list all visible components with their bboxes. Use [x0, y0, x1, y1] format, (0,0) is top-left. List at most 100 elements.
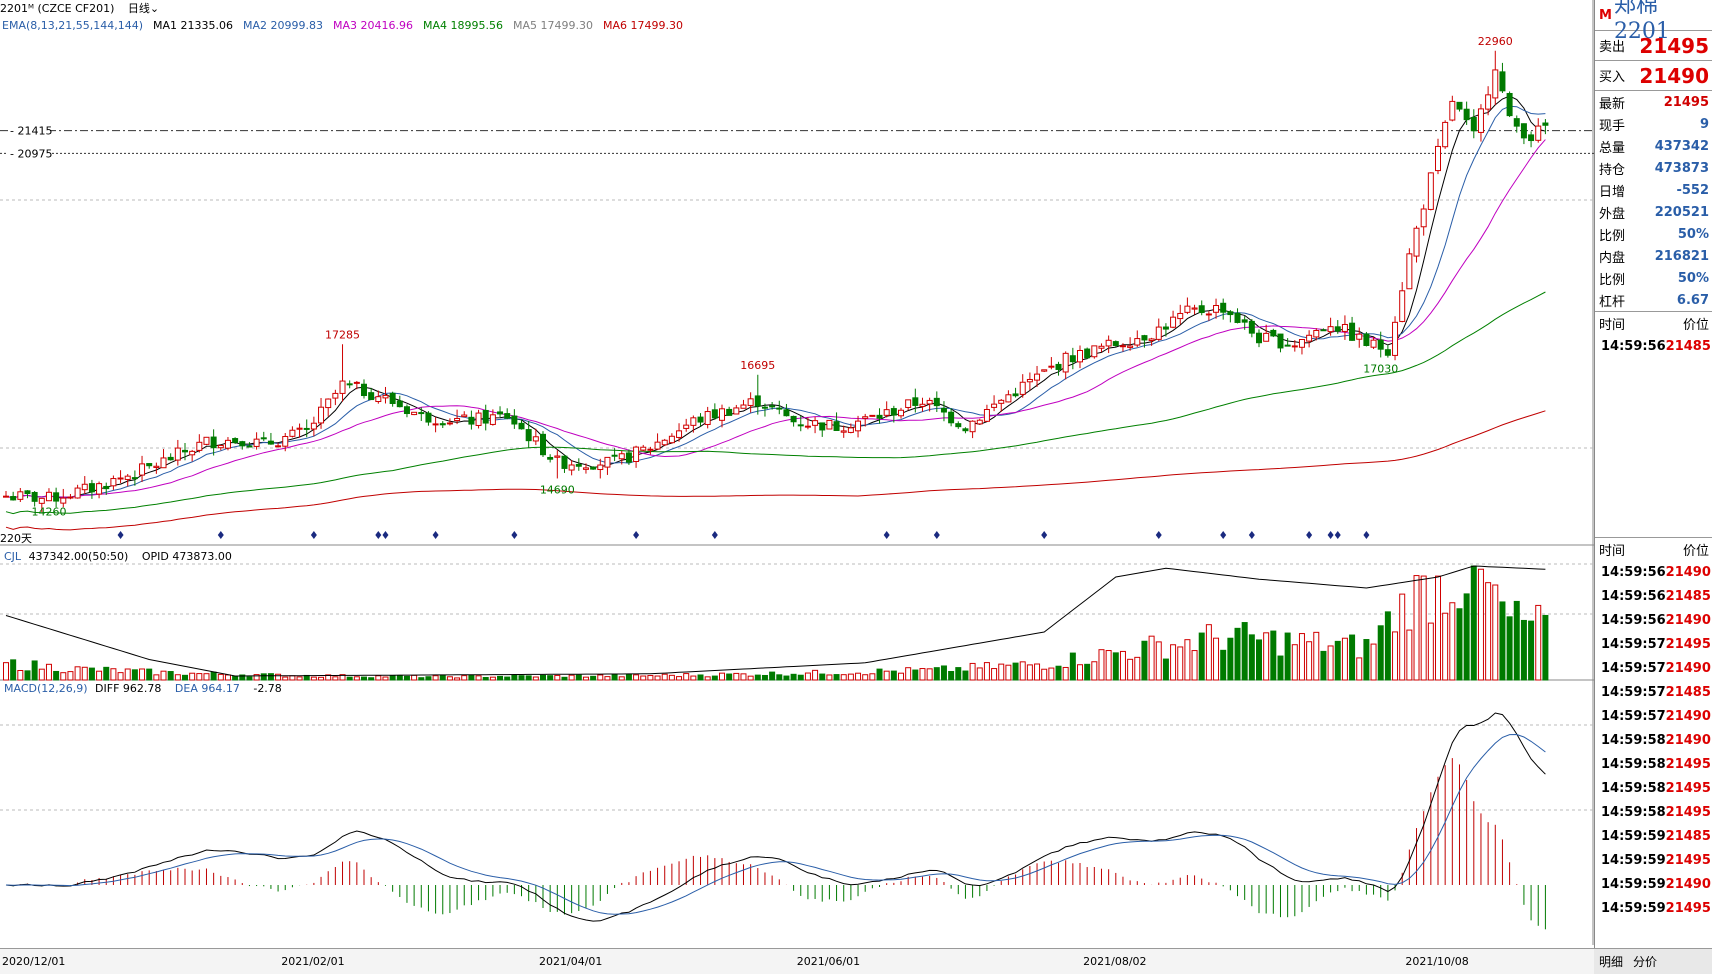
tick-price: 21485 [1665, 338, 1711, 354]
quote-label: 杠杆 [1599, 294, 1626, 310]
tick-row: 14:59:57 21490 [1595, 656, 1712, 680]
candle-body [196, 441, 203, 451]
volume-bar [310, 676, 317, 681]
volume-bar [955, 667, 962, 681]
candle-body [1270, 329, 1277, 337]
candle-body [711, 409, 718, 419]
ma-legend-item-0[interactable]: EMA(8,13,21,55,144,144) [2, 19, 143, 32]
tick-price: 21485 [1665, 684, 1711, 700]
volume-bar [31, 660, 38, 681]
candle-body [139, 463, 146, 476]
candle-body [1213, 305, 1220, 313]
volume-bar [160, 670, 167, 681]
candle-body [167, 456, 174, 461]
ticks-header: 时间 价位 [1595, 537, 1712, 560]
candle-body [926, 399, 933, 405]
macd-indicator-name[interactable]: MACD(12,26,9) [4, 682, 88, 695]
volume-bar [246, 676, 253, 681]
candle-body [1048, 365, 1055, 368]
candle-body [690, 417, 697, 426]
ma-legend: EMA(8,13,21,55,144,144) MA1 21335.06 MA2 2… [2, 19, 693, 33]
volume-bar [926, 668, 933, 681]
candle-body [976, 419, 983, 425]
candle-body [182, 449, 188, 453]
candle-body [310, 422, 317, 430]
date-tick-label: 2020/12/01 [2, 955, 66, 968]
candle-body [819, 422, 826, 431]
volume-bar [890, 670, 897, 681]
quote-row: 日增 -552 [1595, 179, 1712, 201]
candle-body [1499, 71, 1506, 92]
diff-value: DIFF 962.78 [95, 682, 162, 695]
volume-bar [1048, 667, 1055, 681]
candle-body [210, 436, 217, 449]
candle-body [1148, 338, 1155, 341]
candle-body [625, 452, 632, 463]
tick-row: 14:59:59 21495 [1595, 896, 1712, 920]
candle-body [31, 491, 38, 502]
volume-bar [869, 673, 876, 681]
volume-bar [1069, 652, 1076, 681]
candle-body [847, 427, 854, 433]
quote-row: 最新 21495 [1595, 91, 1712, 113]
volume-bar [1291, 644, 1298, 681]
tab-detail[interactable]: 明细 [1594, 949, 1628, 974]
volume-bar [432, 675, 439, 681]
volume-bar [883, 670, 890, 681]
date-axis: 2020/12/01 2021/02/01 2021/04/01 2021/06/01… [0, 948, 1594, 974]
tab-price[interactable]: 分价 [1628, 949, 1662, 974]
candle-body [1399, 290, 1406, 322]
ref-price-label: - 20975 [10, 147, 52, 160]
tick-list-top[interactable]: 14:59:56 21485 [1595, 334, 1712, 358]
candle-body [633, 446, 640, 463]
candle-body [1134, 338, 1141, 346]
candle-body [1119, 345, 1126, 348]
volume-bar [182, 674, 188, 681]
signal-marker-icon [1041, 531, 1048, 539]
candle-body [876, 414, 883, 419]
volume-bar [203, 673, 210, 681]
volume-bar [1463, 593, 1470, 681]
volume-bar [353, 676, 360, 681]
candle-body [325, 398, 332, 409]
time-col-label-2: 时间 [1599, 543, 1626, 559]
candle-body [547, 456, 554, 460]
volume-bar [561, 676, 568, 681]
candle-body [561, 455, 568, 469]
candle-body [24, 490, 31, 495]
volume-bar [1528, 620, 1535, 681]
ma-legend-item-3: MA3 20416.96 [333, 19, 414, 32]
volume-bar [361, 676, 367, 681]
volume-bar [282, 676, 289, 681]
volume-bar [604, 676, 611, 681]
volume-bar [1456, 608, 1463, 681]
volume-bar [346, 676, 353, 681]
candle-body [1069, 355, 1076, 363]
volume-bar [969, 662, 976, 681]
volume-bar [1191, 650, 1198, 681]
price-chart[interactable]: - 21415 - 20975 17285 14690 16695 14260 17030 2… [0, 0, 1594, 973]
candle-body [719, 408, 725, 421]
volume-header: CJL 437342.00(50:50) OPID 473873.00 [4, 550, 242, 564]
signal-marker-icon [375, 531, 382, 539]
volume-indicator-name[interactable]: CJL [4, 550, 21, 563]
chart-area[interactable]: - 21415 - 20975 17285 14690 16695 14260 17030 2… [0, 0, 1594, 973]
candle-body [1177, 312, 1184, 320]
candle-body [1427, 172, 1434, 210]
tick-time: 14:59:58 [1601, 804, 1666, 820]
quote-label: 现手 [1599, 118, 1626, 134]
volume-bar [1077, 664, 1083, 681]
price-col-label: 价位 [1682, 317, 1709, 333]
tick-list[interactable]: 14:59:56 21490 14:59:56 21485 14:59:56 21490 1… [1595, 560, 1712, 920]
volume-bar [769, 671, 776, 681]
candle-body [497, 411, 504, 415]
volume-bar [733, 672, 740, 681]
candle-body [518, 422, 525, 430]
candle-body [174, 447, 181, 461]
tick-row: 14:59:57 21485 [1595, 680, 1712, 704]
period-dropdown[interactable]: 日线⌄ [128, 2, 159, 15]
quote-label: 外盘 [1599, 206, 1626, 222]
volume-bar [1477, 568, 1484, 681]
candle-body [898, 409, 904, 417]
volume-bar [547, 675, 554, 681]
